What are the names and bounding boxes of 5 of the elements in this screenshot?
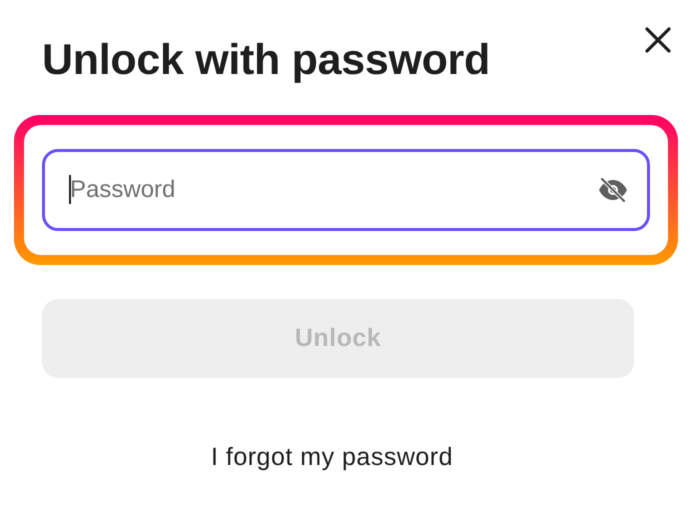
dialog-title: Unlock with password <box>42 36 490 85</box>
eye-slash-icon[interactable] <box>598 178 628 202</box>
text-caret <box>69 175 71 204</box>
forgot-password-link[interactable]: I forgot my password <box>204 442 460 473</box>
password-field[interactable]: Password <box>42 149 650 231</box>
